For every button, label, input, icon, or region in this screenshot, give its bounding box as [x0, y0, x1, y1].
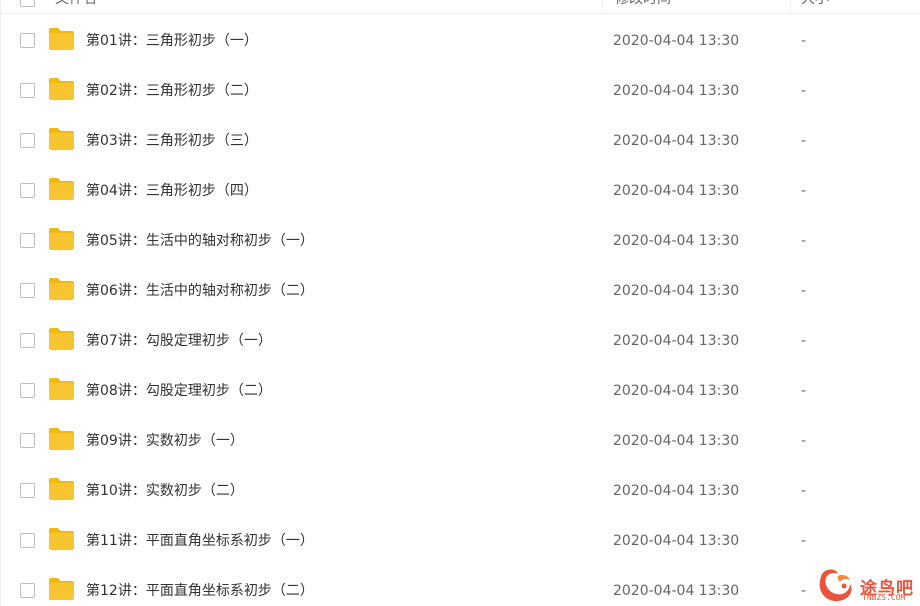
folder-icon[interactable] [48, 578, 75, 600]
row-checkbox[interactable] [20, 283, 35, 298]
file-size: - [801, 333, 807, 349]
file-rows: 第01讲：三角形初步（一） 2020-04-04 13:30- 第02讲：三角形初步… [1, 16, 920, 606]
watermark-logo-icon [819, 569, 852, 602]
column-header-name[interactable]: 文件名 [55, 0, 97, 14]
file-size: - [801, 583, 807, 599]
file-row[interactable]: 第08讲：勾股定理初步（二） 2020-04-04 13:30 - [1, 366, 920, 416]
modified-time: 2020-04-04 13:30 [613, 483, 740, 499]
file-row[interactable]: 第10讲：实数初步（二） 2020-04-04 13:30 - [1, 466, 920, 516]
file-size: - [801, 83, 807, 99]
modified-time: 2020-04-04 13:30 [613, 383, 740, 399]
folder-icon[interactable] [48, 378, 75, 400]
select-all-checkbox[interactable] [20, 0, 35, 7]
file-name[interactable]: 第04讲：三角形初步（四） [86, 166, 258, 216]
row-checkbox[interactable] [20, 33, 35, 48]
file-size: - [801, 283, 807, 299]
file-row[interactable]: 第05讲：生活中的轴对称初步（一） 2020-04-04 13:30 - [1, 216, 920, 266]
modified-time: 2020-04-04 13:30 [613, 133, 740, 149]
modified-time: 2020-04-04 13:30 [613, 333, 740, 349]
file-name[interactable]: 第12讲：平面直角坐标系初步（二） [86, 566, 314, 606]
file-name[interactable]: 第02讲：三角形初步（二） [86, 66, 258, 116]
file-row[interactable]: 第12讲：平面直角坐标系初步（二） 2020-04-04 13:30 - [1, 566, 920, 606]
file-name[interactable]: 第03讲：三角形初步（三） [86, 116, 258, 166]
file-name[interactable]: 第01讲：三角形初步（一） [86, 16, 258, 66]
file-name[interactable]: 第11讲：平面直角坐标系初步（一） [86, 516, 314, 566]
file-row[interactable]: 第06讲：生活中的轴对称初步（二） 2020-04-04 13:30 - [1, 266, 920, 316]
file-name[interactable]: 第10讲：实数初步（二） [86, 466, 244, 516]
folder-icon[interactable] [48, 178, 75, 200]
row-checkbox[interactable] [20, 183, 35, 198]
file-size: - [801, 533, 807, 549]
file-size: - [801, 383, 807, 399]
modified-time: 2020-04-04 13:30 [613, 33, 740, 49]
file-name[interactable]: 第07讲：勾股定理初步（一） [86, 316, 272, 366]
modified-time: 2020-04-04 13:30 [613, 183, 740, 199]
watermark: 途鸟吧 TNBZS.COM [816, 566, 916, 604]
file-row[interactable]: 第01讲：三角形初步（一） 2020-04-04 13:30 - [1, 16, 920, 66]
row-checkbox[interactable] [20, 383, 35, 398]
file-row[interactable]: 第09讲：实数初步（一） 2020-04-04 13:30 - [1, 416, 920, 466]
file-row[interactable]: 第02讲：三角形初步（二） 2020-04-04 13:30 - [1, 66, 920, 116]
row-checkbox[interactable] [20, 533, 35, 548]
modified-time: 2020-04-04 13:30 [613, 533, 740, 549]
file-row[interactable]: 第11讲：平面直角坐标系初步（一） 2020-04-04 13:30 - [1, 516, 920, 566]
file-size: - [801, 183, 807, 199]
row-checkbox[interactable] [20, 333, 35, 348]
folder-icon[interactable] [48, 478, 75, 500]
folder-icon[interactable] [48, 78, 75, 100]
row-checkbox[interactable] [20, 433, 35, 448]
file-row[interactable]: 第07讲：勾股定理初步（一） 2020-04-04 13:30 - [1, 316, 920, 366]
modified-time: 2020-04-04 13:30 [613, 433, 740, 449]
row-checkbox[interactable] [20, 583, 35, 598]
file-name[interactable]: 第06讲：生活中的轴对称初步（二） [86, 266, 314, 316]
file-list: 文件名 修改时间 大小 第01讲：三角形初步（一） 2020-04-04 13:3… [0, 0, 920, 606]
file-name[interactable]: 第05讲：生活中的轴对称初步（一） [86, 216, 314, 266]
modified-time: 2020-04-04 13:30 [613, 83, 740, 99]
column-header-modified[interactable]: 修改时间 [602, 0, 790, 14]
row-checkbox[interactable] [20, 483, 35, 498]
file-size: - [801, 33, 807, 49]
file-name[interactable]: 第09讲：实数初步（一） [86, 416, 244, 466]
folder-icon[interactable] [48, 428, 75, 450]
folder-icon[interactable] [48, 328, 75, 350]
row-checkbox[interactable] [20, 133, 35, 148]
folder-icon[interactable] [48, 528, 75, 550]
folder-icon[interactable] [48, 128, 75, 150]
folder-icon[interactable] [48, 228, 75, 250]
row-checkbox[interactable] [20, 83, 35, 98]
file-name[interactable]: 第08讲：勾股定理初步（二） [86, 366, 272, 416]
modified-time: 2020-04-04 13:30 [613, 283, 740, 299]
modified-time: 2020-04-04 13:30 [613, 583, 740, 599]
modified-time: 2020-04-04 13:30 [613, 233, 740, 249]
file-size: - [801, 433, 807, 449]
file-row[interactable]: 第03讲：三角形初步（三） 2020-04-04 13:30 - [1, 116, 920, 166]
file-size: - [801, 133, 807, 149]
row-checkbox[interactable] [20, 233, 35, 248]
file-row[interactable]: 第04讲：三角形初步（四） 2020-04-04 13:30 - [1, 166, 920, 216]
folder-icon[interactable] [48, 278, 75, 300]
watermark-subtext: TNBZS.COM [862, 593, 906, 602]
file-size: - [801, 483, 807, 499]
column-header-size[interactable]: 大小 [790, 0, 829, 14]
folder-icon[interactable] [48, 28, 75, 50]
file-list-header: 文件名 修改时间 大小 [1, 0, 920, 14]
file-size: - [801, 233, 807, 249]
